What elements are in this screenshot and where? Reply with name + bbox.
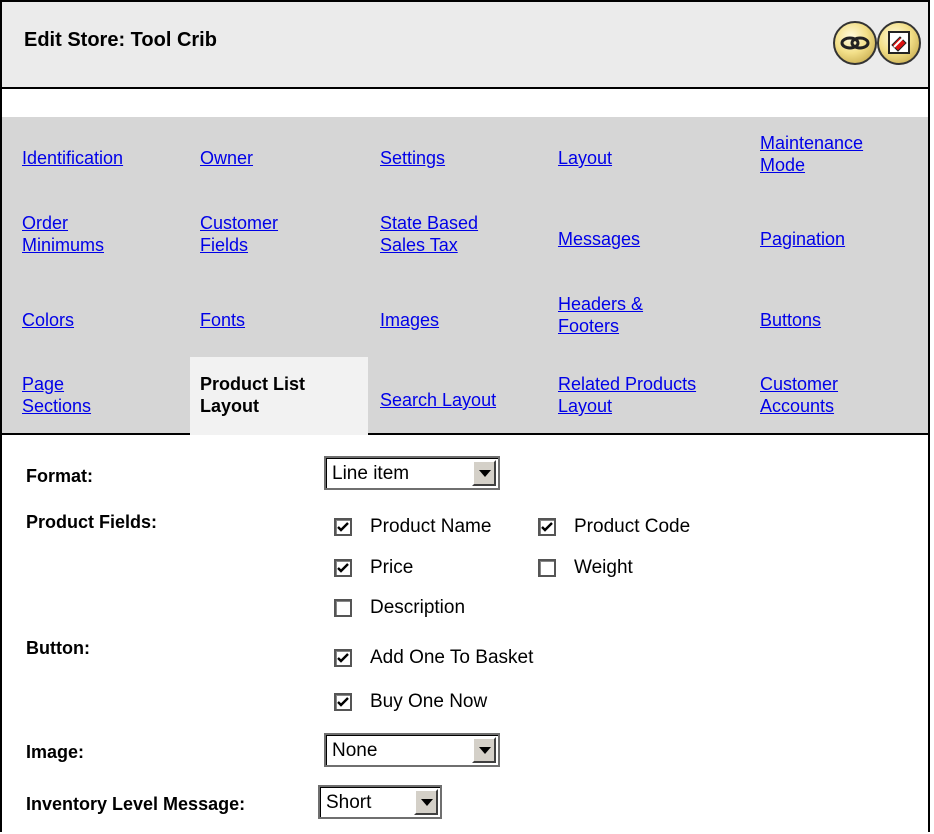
page-title: Edit Store: Tool Crib — [24, 29, 217, 51]
image-label: Image: — [26, 742, 85, 762]
tab-owner[interactable]: Owner — [200, 147, 253, 169]
product-list-layout-form — [2, 435, 928, 834]
format-select[interactable]: Line item — [324, 456, 500, 490]
tab-messages[interactable]: Messages — [558, 228, 640, 250]
close-icon[interactable] — [877, 21, 921, 65]
tab-related-products-layout[interactable]: Related Products Layout — [558, 373, 738, 417]
add-one-to-basket-option: Add One To Basket — [370, 647, 534, 668]
add-one-to-basket-checkbox[interactable] — [334, 649, 352, 667]
format-select-value: Line item — [332, 463, 410, 484]
spacer — [2, 89, 928, 117]
product-name-checkbox[interactable] — [334, 518, 352, 536]
product-code-checkbox[interactable] — [538, 518, 556, 536]
tab-images[interactable]: Images — [380, 309, 439, 331]
inventory-level-message-select[interactable]: Short — [318, 785, 442, 819]
tab-page-sections[interactable]: Page Sections — [22, 373, 132, 417]
title-bar: Edit Store: Tool Crib — [2, 2, 928, 89]
tab-fonts[interactable]: Fonts — [200, 309, 245, 331]
tab-headers-footers[interactable]: Headers & Footers — [558, 293, 688, 337]
tab-pagination[interactable]: Pagination — [760, 228, 845, 250]
tab-settings[interactable]: Settings — [380, 147, 445, 169]
tab-maintenance-mode[interactable]: Maintenance Mode — [760, 132, 910, 176]
format-label: Format: — [26, 466, 93, 486]
edit-store-panel: Edit Store: Tool Crib Identification Own… — [0, 0, 930, 834]
tab-buttons[interactable]: Buttons — [760, 309, 821, 331]
image-select-value: None — [332, 740, 378, 761]
product-code-option: Product Code — [574, 516, 691, 537]
tab-state-based-sales-tax[interactable]: State Based Sales Tax — [380, 212, 520, 256]
tab-customer-fields[interactable]: Customer Fields — [200, 212, 320, 256]
tab-colors[interactable]: Colors — [22, 309, 74, 331]
buy-one-now-checkbox[interactable] — [334, 693, 352, 711]
tab-order-minimums[interactable]: Order Minimums — [22, 212, 132, 256]
tab-product-list-layout: Product List Layout — [200, 373, 360, 417]
weight-checkbox[interactable] — [538, 559, 556, 577]
inventory-select-value: Short — [326, 792, 372, 813]
link-icon[interactable] — [833, 21, 877, 65]
description-checkbox[interactable] — [334, 599, 352, 617]
price-option: Price — [370, 557, 414, 578]
chevron-down-icon[interactable] — [472, 737, 496, 763]
tab-search-layout[interactable]: Search Layout — [380, 389, 496, 411]
inventory-level-message-label: Inventory Level Message: — [26, 794, 246, 814]
tab-layout[interactable]: Layout — [558, 147, 612, 169]
description-option: Description — [370, 597, 466, 618]
weight-option: Weight — [574, 557, 633, 578]
buy-one-now-option: Buy One Now — [370, 691, 488, 712]
button-label: Button: — [26, 638, 90, 658]
chevron-down-icon[interactable] — [472, 460, 496, 486]
image-select[interactable]: None — [324, 733, 500, 767]
price-checkbox[interactable] — [334, 559, 352, 577]
chevron-down-icon[interactable] — [414, 789, 438, 815]
product-name-option: Product Name — [370, 516, 492, 537]
tab-customer-accounts[interactable]: Customer Accounts — [760, 373, 880, 417]
product-fields-label: Product Fields: — [26, 512, 158, 532]
tab-identification[interactable]: Identification — [22, 147, 123, 169]
